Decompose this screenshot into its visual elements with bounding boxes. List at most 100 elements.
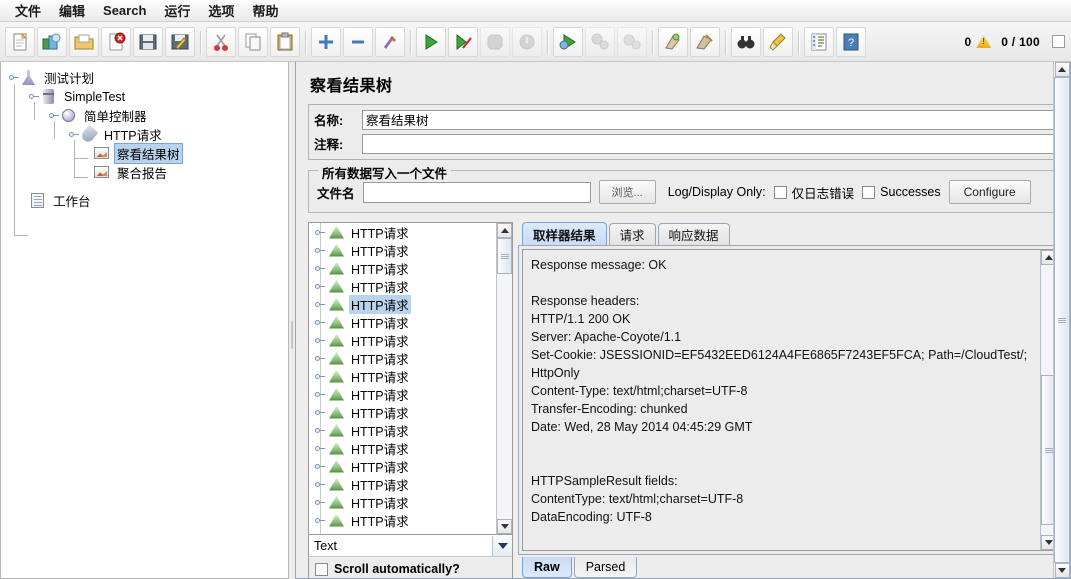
edge-checkbox[interactable] — [1052, 35, 1065, 48]
response-text[interactable]: Response message: OK Response headers: H… — [523, 250, 1040, 550]
checkbox-box[interactable] — [315, 562, 328, 576]
list-item[interactable]: HTTP请求 — [309, 385, 496, 403]
tab-sampler-result[interactable]: 取样器结果 — [522, 222, 607, 245]
tree-expander-icon[interactable] — [315, 461, 326, 472]
clear-all-icon[interactable] — [690, 26, 720, 57]
tree-expander-icon[interactable] — [315, 317, 326, 328]
cut-icon[interactable] — [206, 26, 236, 57]
tab-parsed[interactable]: Parsed — [573, 557, 638, 578]
list-item[interactable]: HTTP请求 — [309, 241, 496, 259]
tree-node-http-request[interactable]: HTTP请求 — [5, 124, 288, 145]
checkbox-box[interactable] — [862, 185, 876, 199]
tree-expander-icon[interactable] — [315, 443, 326, 454]
successes-checkbox[interactable]: Successes — [862, 185, 941, 199]
tree-expander-icon[interactable] — [315, 335, 326, 346]
tree-expander-icon[interactable] — [315, 299, 326, 310]
paste-icon[interactable] — [270, 26, 300, 57]
list-item[interactable]: HTTP请求 — [309, 277, 496, 295]
list-item[interactable]: HTTP请求 — [309, 294, 496, 314]
list-item[interactable]: HTTP请求 — [309, 349, 496, 367]
save-icon[interactable] — [133, 26, 163, 57]
list-item[interactable]: HTTP请求 — [309, 403, 496, 421]
tree-node-simple-controller[interactable]: 简单控制器 — [5, 106, 288, 125]
tree-expander-icon[interactable] — [315, 263, 326, 274]
chevron-down-icon[interactable] — [492, 535, 512, 556]
errors-checkbox[interactable]: 仅日志错误 — [773, 183, 854, 202]
scroll-thumb[interactable] — [497, 238, 512, 274]
list-item[interactable]: HTTP请求 — [309, 223, 496, 241]
render-type-combo[interactable]: Text — [309, 534, 512, 556]
menu-run[interactable]: 运行 — [155, 0, 199, 22]
tab-response-data[interactable]: 响应数据 — [657, 223, 730, 245]
tree-expander-icon[interactable] — [68, 129, 79, 140]
list-item[interactable]: HTTP请求 — [309, 259, 496, 277]
tree-expander-icon[interactable] — [28, 91, 39, 102]
comment-input[interactable] — [362, 133, 1055, 154]
tree-expander-icon[interactable] — [315, 497, 326, 508]
expand-plus-icon[interactable] — [311, 26, 341, 57]
scroll-up-button[interactable] — [1054, 62, 1070, 77]
tree-node-workbench[interactable]: 工作台 — [5, 191, 288, 210]
function-helper-icon[interactable] — [804, 26, 834, 57]
list-item[interactable]: HTTP请求 — [309, 457, 496, 475]
results-list-scrollbar[interactable] — [496, 223, 512, 534]
tree-expander-icon[interactable] — [48, 110, 59, 121]
menu-options[interactable]: 选项 — [199, 0, 243, 22]
toggle-icon[interactable] — [375, 26, 405, 57]
checkbox-box[interactable] — [773, 185, 787, 199]
scroll-down-button[interactable] — [1054, 563, 1070, 578]
tree-expander-icon[interactable] — [315, 407, 326, 418]
search-binoculars-icon[interactable] — [731, 26, 761, 57]
name-input[interactable] — [362, 109, 1055, 130]
collapse-minus-icon[interactable] — [343, 26, 373, 57]
list-item[interactable]: HTTP请求 — [309, 475, 496, 493]
browse-button[interactable]: 浏览... — [598, 180, 656, 204]
filename-input[interactable] — [362, 181, 591, 203]
help-icon[interactable]: ? — [836, 26, 866, 57]
start-icon[interactable] — [416, 26, 446, 57]
configure-button[interactable]: Configure — [948, 180, 1031, 204]
warning-status[interactable]: 0 — [965, 35, 992, 49]
tree-node-thread-group[interactable]: SimpleTest — [5, 87, 288, 106]
scroll-track[interactable] — [497, 238, 512, 519]
copy-icon[interactable] — [238, 26, 268, 57]
tree-node-aggregate-report[interactable]: 聚合报告 — [5, 163, 288, 182]
reset-search-broom-icon[interactable] — [763, 26, 793, 57]
tree-expander-icon[interactable] — [315, 479, 326, 490]
list-item[interactable]: HTTP请求 — [309, 493, 496, 511]
clear-icon[interactable] — [658, 26, 688, 57]
scroll-thumb[interactable] — [1054, 77, 1070, 563]
tab-raw[interactable]: Raw — [522, 557, 572, 578]
save-as-icon[interactable] — [165, 26, 195, 57]
scroll-down-button[interactable] — [497, 519, 512, 534]
list-item[interactable]: HTTP请求 — [309, 421, 496, 439]
tree-node-test-plan[interactable]: 测试计划 — [5, 68, 288, 87]
tree-expander-icon[interactable] — [8, 72, 19, 83]
scroll-up-button[interactable] — [497, 223, 512, 238]
start-no-timers-icon[interactable] — [448, 26, 478, 57]
tree-expander-icon[interactable] — [315, 389, 326, 400]
tree-expander-icon[interactable] — [315, 227, 326, 238]
menu-file[interactable]: 文件 — [6, 0, 50, 22]
tree-expander-icon[interactable] — [315, 515, 326, 526]
tree-expander-icon[interactable] — [315, 425, 326, 436]
scroll-automatically-checkbox[interactable]: Scroll automatically? — [309, 556, 512, 578]
close-document-icon[interactable] — [101, 26, 131, 57]
list-item[interactable]: HTTP请求 — [309, 331, 496, 349]
menu-help[interactable]: 帮助 — [243, 0, 287, 22]
list-item[interactable]: HTTP请求 — [309, 313, 496, 331]
tree-expander-icon[interactable] — [315, 245, 326, 256]
new-document-icon[interactable] — [5, 26, 35, 57]
tab-request[interactable]: 请求 — [608, 223, 656, 245]
open-folder-icon[interactable] — [69, 26, 99, 57]
list-item[interactable]: HTTP请求 — [309, 511, 496, 529]
scroll-track[interactable] — [1054, 77, 1070, 563]
tree-expander-icon[interactable] — [315, 281, 326, 292]
menu-edit[interactable]: 编辑 — [50, 0, 94, 22]
tree-expander-icon[interactable] — [315, 371, 326, 382]
menu-search[interactable]: Search — [94, 1, 155, 20]
tree-node-view-results-tree[interactable]: 察看结果树 — [5, 143, 288, 164]
right-pane-scrollbar[interactable] — [1053, 62, 1070, 578]
remote-start-icon[interactable] — [553, 26, 583, 57]
list-item[interactable]: HTTP请求 — [309, 439, 496, 457]
